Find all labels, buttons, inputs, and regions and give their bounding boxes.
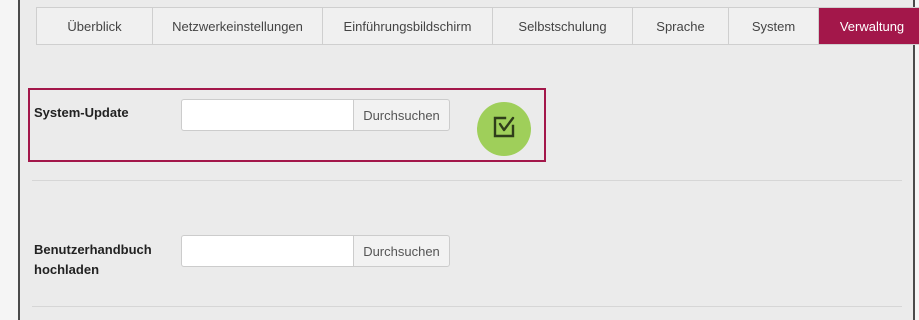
tab-netzwerkeinstellungen[interactable]: Netzwerkeinstellungen bbox=[153, 8, 323, 44]
system-update-submit-button[interactable] bbox=[477, 102, 531, 156]
manual-upload-browse-button[interactable]: Durchsuchen bbox=[353, 235, 450, 267]
settings-panel: Überblick Netzwerkeinstellungen Einführu… bbox=[18, 0, 919, 320]
manual-upload-label-line1: Benutzerhandbuch bbox=[34, 242, 152, 257]
system-update-label: System-Update bbox=[34, 105, 129, 120]
tab-ueberblick[interactable]: Überblick bbox=[37, 8, 153, 44]
manual-upload-label-line2: hochladen bbox=[34, 262, 100, 277]
system-update-browse-button[interactable]: Durchsuchen bbox=[353, 99, 450, 131]
tab-verwaltung[interactable]: Verwaltung bbox=[819, 8, 919, 44]
system-update-file-input[interactable] bbox=[181, 99, 354, 131]
tab-selbstschulung[interactable]: Selbstschulung bbox=[493, 8, 633, 44]
manual-upload-file-input[interactable] bbox=[181, 235, 354, 267]
section-divider bbox=[32, 180, 902, 181]
section-divider bbox=[32, 306, 902, 307]
tab-sprache[interactable]: Sprache bbox=[633, 8, 729, 44]
tab-einfuehrungsbildschirm[interactable]: Einführungsbildschirm bbox=[323, 8, 493, 44]
tab-system[interactable]: System bbox=[729, 8, 819, 44]
tab-bar: Überblick Netzwerkeinstellungen Einführu… bbox=[36, 7, 919, 45]
manual-upload-label: Benutzerhandbuch hochladen bbox=[34, 240, 152, 280]
edit-check-icon bbox=[491, 114, 517, 145]
